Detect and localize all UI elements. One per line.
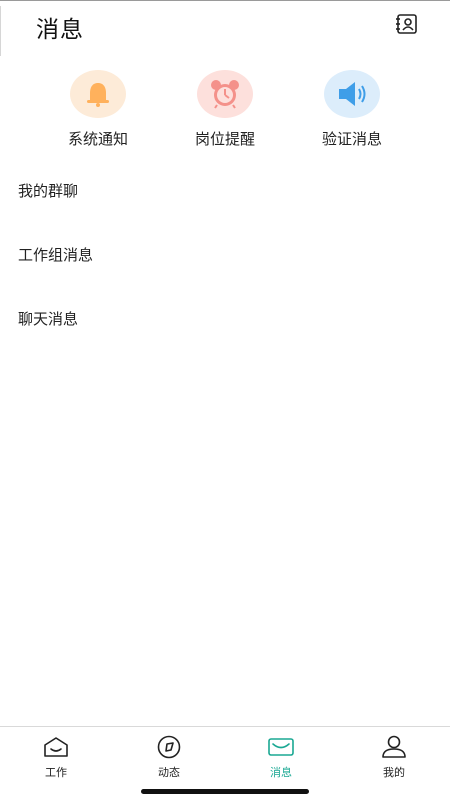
contacts-button[interactable] xyxy=(394,12,420,36)
header: 消息 xyxy=(0,0,450,58)
system-notice-icon-bg xyxy=(70,70,126,118)
tab-label: 我的 xyxy=(383,766,405,779)
home-indicator[interactable] xyxy=(141,789,309,794)
contacts-book-icon xyxy=(396,14,417,34)
quick-actions: 系统通知 岗位提醒 验证消息 xyxy=(0,70,450,150)
tab-messages[interactable]: 消息 xyxy=(241,735,321,785)
list-item-workgroup-messages[interactable]: 工作组消息 xyxy=(0,222,450,286)
speaker-icon xyxy=(339,82,366,106)
tab-label: 动态 xyxy=(158,766,180,779)
quick-action-post-reminder[interactable]: 岗位提醒 xyxy=(165,70,285,150)
header-left-edge xyxy=(0,6,1,56)
tab-label: 工作 xyxy=(45,766,67,779)
home-icon xyxy=(42,735,70,759)
verification-icon-bg xyxy=(324,70,380,118)
quick-action-label: 验证消息 xyxy=(321,130,382,148)
quick-action-label: 岗位提醒 xyxy=(194,130,255,148)
header-top-divider xyxy=(0,0,450,1)
alarm-clock-icon xyxy=(211,80,239,109)
post-reminder-icon-bg xyxy=(197,70,253,118)
tab-label: 消息 xyxy=(270,766,292,779)
list-item-my-groups[interactable]: 我的群聊 xyxy=(0,158,450,222)
compass-icon xyxy=(155,735,183,759)
mail-icon xyxy=(267,735,295,759)
message-list: 我的群聊 工作组消息 聊天消息 xyxy=(0,158,450,350)
tab-feed[interactable]: 动态 xyxy=(129,735,209,785)
page-title: 消息 xyxy=(36,17,84,43)
tab-work[interactable]: 工作 xyxy=(16,735,96,785)
tab-mine[interactable]: 我的 xyxy=(354,735,434,785)
user-icon xyxy=(380,735,408,759)
quick-action-verification[interactable]: 验证消息 xyxy=(292,70,412,150)
bell-icon xyxy=(87,83,109,107)
list-item-chat-messages[interactable]: 聊天消息 xyxy=(0,286,450,350)
quick-action-system-notice[interactable]: 系统通知 xyxy=(38,70,158,150)
quick-action-label: 系统通知 xyxy=(67,130,128,148)
